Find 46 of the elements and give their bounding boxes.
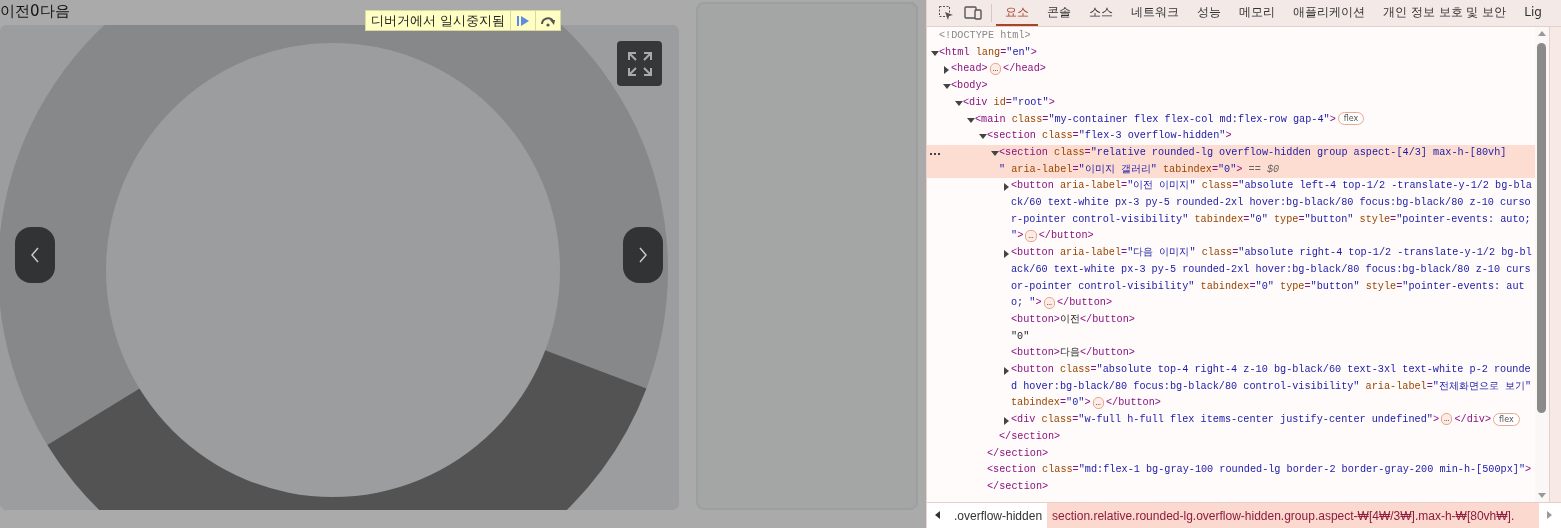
code-line: <div id="root"> <box>963 95 1055 110</box>
code-line: <div class="w-full h-full flex items-center justify-center undefined"> … </div> flex <box>1011 412 1520 429</box>
code-line: <button class="absolute top-4 right-4 z-10 bg-black/60 text-3xl text-white p-2 rounded hover:bg-black/80 focus:bg-black/80 control-visibility" aria-label="전체화면으로 보기" tabindex="0"> … </button> <box>1011 363 1533 411</box>
breadcrumb[interactable]: .overflow-hidden <box>949 503 1048 528</box>
devtools-tab[interactable]: 요소 <box>996 0 1038 26</box>
devtools-tab[interactable]: 성능 <box>1188 0 1230 26</box>
code-line: </section> <box>987 446 1049 461</box>
code-line: "0" <box>1011 329 1030 344</box>
code-line: <button aria-label="이전 이미지" class="absolute left-4 top-1/2 -translate-y-1/2 bg-black/60 text-white px-3 py-5 rounded-2xl hover:bg-black/80 focus:bg-black/80 z-10 cursor-pointer control-visibility" tabindex="0" type="button" style="pointer-events: auto; "> … </button> <box>1011 179 1533 244</box>
code-line: <section class="md:flex-1 bg-gray-100 rounded-lg border-2 border-gray-200 min-h-[500px]"> <box>987 463 1532 478</box>
code-line: <button>이전</button> <box>1011 312 1135 327</box>
image-counter: 0 <box>30 1 40 22</box>
code-line: <html lang="en"> <box>939 45 1037 60</box>
code-line: <body> <box>951 79 988 94</box>
code-line: <button aria-label="다음 이미지" class="absolute right-4 top-1/2 -translate-y-1/2 bg-black/60 text-white px-3 py-5 rounded-2xl hover:bg-black/80 focus:bg-black/80 z-10 cursor-pointer control-visibility" tabindex="0" type="button" style="pointer-events: auto; "> … </button> <box>1011 246 1533 311</box>
code-line: </section> <box>999 429 1061 444</box>
resume-icon <box>515 13 531 28</box>
devtools-tab[interactable]: 개인 정보 보호 및 보안 <box>1374 0 1516 26</box>
next-button[interactable]: 다음 <box>39 0 70 22</box>
code-line: </section> <box>987 480 1049 494</box>
code-line: <section class="flex-3 overflow-hidden"> <box>987 129 1232 144</box>
chevron-left-icon <box>29 246 41 264</box>
devtools-tab[interactable]: 애플리케이션 <box>1284 0 1374 26</box>
scroll-right-button[interactable] <box>1539 503 1561 528</box>
code-line: <!DOCTYPE html> <box>939 29 1031 43</box>
previous-button[interactable]: 이전 <box>0 0 30 22</box>
devtools-tab[interactable]: 네트워크 <box>1122 0 1188 26</box>
code-line: <button>다음</button> <box>1011 346 1135 361</box>
scroll-left-button[interactable] <box>927 503 949 528</box>
devtools-tab[interactable]: 메모리 <box>1230 0 1284 26</box>
expand-icon <box>626 50 653 77</box>
code-line: <head> … </head> <box>951 61 1046 77</box>
devtools-tab[interactable]: 소스 <box>1080 0 1122 26</box>
code-line: <main class="my-container flex flex-col md:flex-row gap-4"> flex <box>975 111 1365 129</box>
devtools-tab[interactable]: Lig <box>1515 0 1551 26</box>
next-image-button[interactable] <box>623 227 663 283</box>
scrollbar[interactable] <box>1535 27 1549 502</box>
step-over-icon <box>539 14 557 27</box>
more-icon[interactable] <box>930 152 940 155</box>
previous-image-button[interactable] <box>15 227 55 283</box>
devtools-tab[interactable]: 콘솔 <box>1038 0 1080 26</box>
chevron-right-icon <box>637 246 649 264</box>
breadcrumb[interactable]: section.relative.rounded-lg.overflow-hidden.group.aspect-₩[4₩/3₩].max-h-₩[80vh₩]. <box>1047 503 1539 528</box>
paused-in-debugger-label: 디버거에서 일시중지됨 <box>370 12 506 30</box>
fullscreen-button[interactable] <box>617 41 662 86</box>
code-line: <section class="relative rounded-lg overflow-hidden group aspect-[4/3] max-h-[80vh] " aria-label="이미지 갤러리" tabindex="0"> == $0 <box>999 145 1508 177</box>
